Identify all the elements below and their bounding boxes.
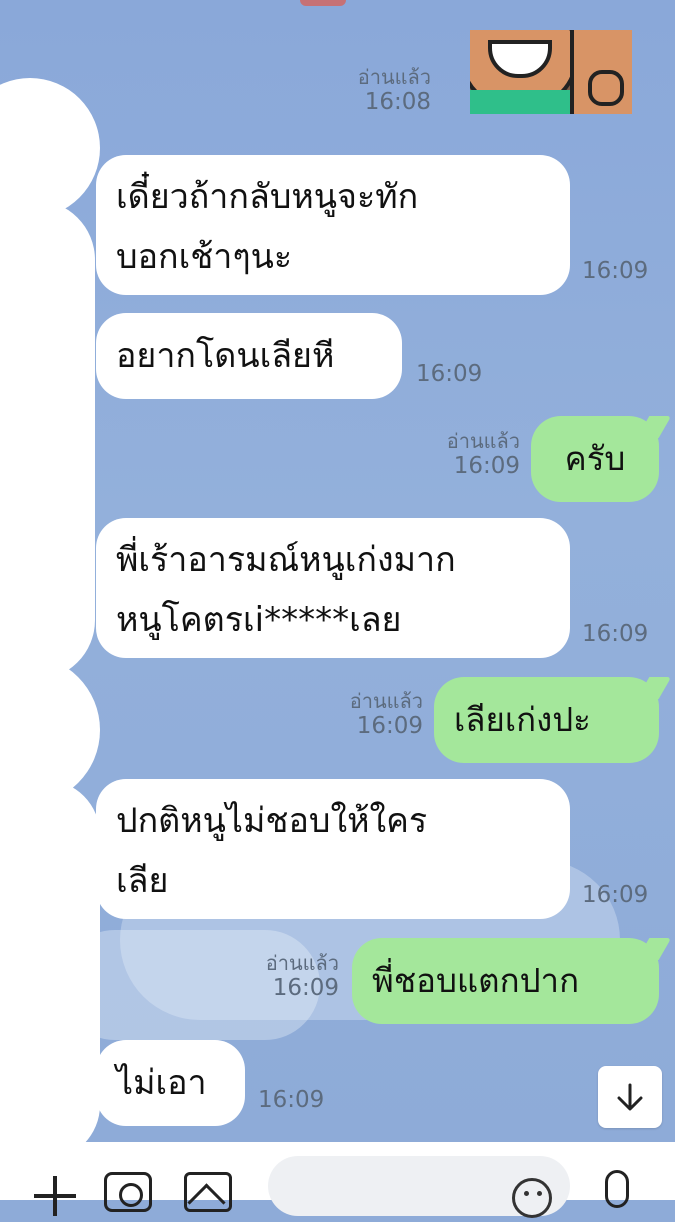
message-time: 16:09 xyxy=(582,621,649,647)
message-meta: อ่านแล้ว 16:09 xyxy=(349,689,423,740)
top-edge-mark xyxy=(300,0,346,6)
scroll-to-bottom-button[interactable] xyxy=(598,1066,662,1128)
plus-icon[interactable] xyxy=(34,1168,76,1216)
read-receipt: อ่านแล้ว xyxy=(265,951,339,975)
incoming-message-bubble[interactable]: พี่เร้าอารมณ์หนูเก่งมาก หนูโคตรเi*****เล… xyxy=(96,518,570,658)
incoming-message-bubble[interactable]: ปกติหนูไม่ชอบให้ใคร เลีย xyxy=(96,779,570,919)
outgoing-message-bubble[interactable]: เลียเก่งปะ xyxy=(434,677,659,763)
image-icon[interactable] xyxy=(184,1172,232,1212)
sticker-message[interactable] xyxy=(470,30,632,114)
message-text: พี่เร้าอารมณ์หนูเก่งมาก หนูโคตรเi*****เล… xyxy=(116,540,456,640)
outgoing-message-bubble[interactable]: ครับ xyxy=(531,416,659,502)
redacted-avatar-body xyxy=(0,200,95,680)
message-text: เลียเก่งปะ xyxy=(454,700,591,739)
message-meta: อ่านแล้ว 16:09 xyxy=(446,429,520,480)
incoming-message-bubble[interactable]: อยากโดนเลียหี xyxy=(96,313,402,399)
emoji-icon[interactable] xyxy=(512,1178,552,1218)
message-time: 16:08 xyxy=(364,89,431,115)
message-meta: อ่านแล้ว 16:09 xyxy=(265,951,339,1002)
sticker-ok-gesture xyxy=(588,70,624,106)
incoming-message-bubble[interactable]: ไม่เอา xyxy=(96,1040,245,1126)
chat-area[interactable]: อ่านแล้ว 16:08 เดี๋ยวถ้ากลับหนูจะทัก บอก… xyxy=(0,0,675,1142)
message-text: อยากโดนเลียหี xyxy=(116,336,335,376)
read-receipt: อ่านแล้ว xyxy=(357,65,431,89)
message-time: 16:09 xyxy=(272,975,339,1001)
redacted-avatar-head xyxy=(0,78,100,218)
message-text: พี่ชอบแตกปาก xyxy=(372,961,580,1000)
camera-icon[interactable] xyxy=(104,1172,152,1212)
arrow-down-icon xyxy=(617,1083,643,1111)
message-text: ปกติหนูไม่ชอบให้ใคร เลีย xyxy=(116,801,428,901)
message-text: ครับ xyxy=(564,439,626,478)
message-time: 16:09 xyxy=(582,258,649,284)
message-time: 16:09 xyxy=(582,882,649,908)
read-receipt: อ่านแล้ว xyxy=(446,429,520,453)
message-time: 16:09 xyxy=(453,453,520,479)
read-receipt: อ่านแล้ว xyxy=(349,689,423,713)
message-time: 16:09 xyxy=(258,1087,325,1113)
mic-icon[interactable] xyxy=(605,1170,629,1208)
message-time: 16:09 xyxy=(356,713,423,739)
outgoing-message-bubble[interactable]: พี่ชอบแตกปาก xyxy=(352,938,659,1024)
sticker-shirt xyxy=(470,90,580,114)
message-meta: อ่านแล้ว 16:08 xyxy=(357,65,431,116)
message-text: ไม่เอา xyxy=(116,1063,207,1103)
redacted-avatar-body xyxy=(0,780,100,1142)
incoming-message-bubble[interactable]: เดี๋ยวถ้ากลับหนูจะทัก บอกเช้าๆนะ xyxy=(96,155,570,295)
message-text: เดี๋ยวถ้ากลับหนูจะทัก บอกเช้าๆนะ xyxy=(116,177,419,277)
message-time: 16:09 xyxy=(416,361,483,387)
